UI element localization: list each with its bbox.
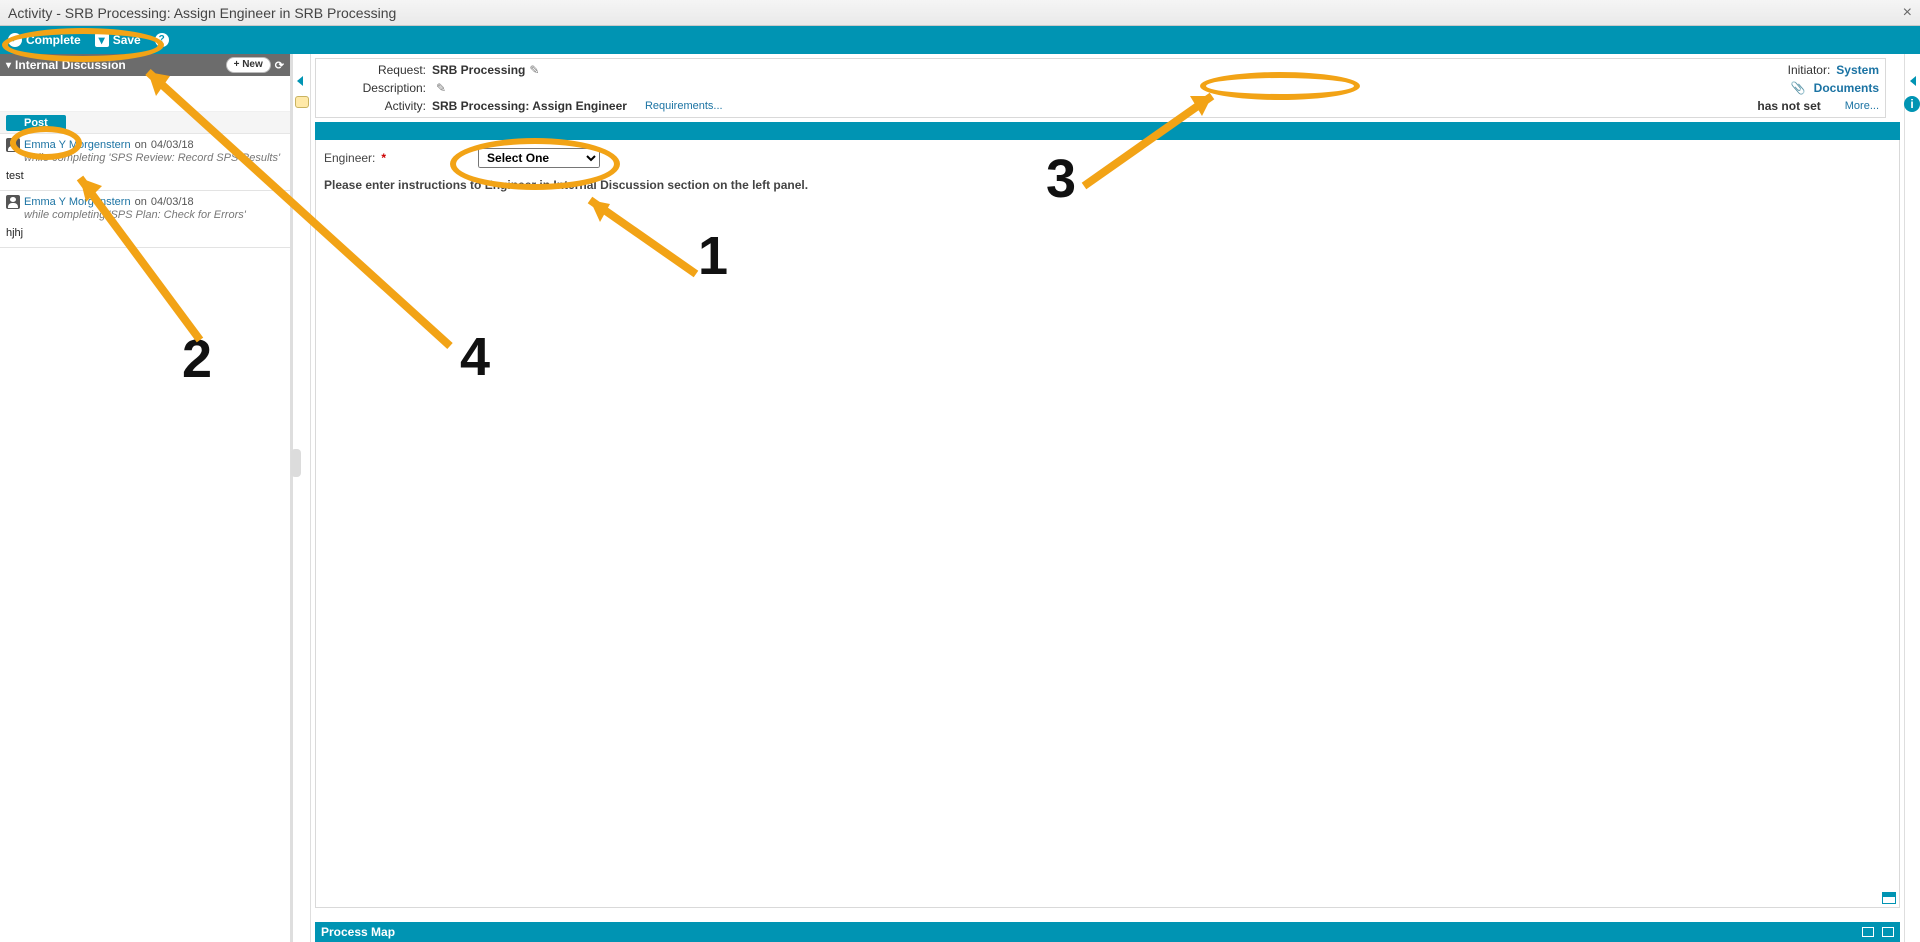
process-map-title: Process Map: [321, 925, 395, 939]
required-star: *: [381, 151, 386, 165]
message-author[interactable]: Emma Y Morgenstern: [24, 196, 131, 208]
message-context: while completing 'SPS Plan: Check for Er…: [24, 209, 284, 221]
form-area: Engineer: * Select One Please enter inst…: [315, 140, 1900, 908]
activity-header: Request: SRB Processing ✎ Initiator: Sys…: [315, 58, 1886, 118]
more-link[interactable]: More...: [1845, 100, 1879, 112]
new-button[interactable]: + New: [226, 57, 271, 73]
deadline-text: has not set: [1757, 99, 1820, 113]
post-button[interactable]: Post: [6, 115, 66, 131]
message-body: test: [6, 170, 284, 182]
sidebar-internal-discussion: ▾ Internal Discussion + New ⟳ Post Emma: [0, 54, 293, 942]
engineer-label: Engineer:: [324, 151, 375, 165]
complete-button[interactable]: ✓ Complete: [8, 33, 81, 47]
message-on-label: on: [135, 139, 147, 151]
person-icon: [6, 138, 20, 152]
check-icon: ✓: [8, 33, 22, 47]
help-icon: ?: [155, 33, 169, 47]
post-area: Post: [0, 76, 290, 134]
toolbar: ✓ Complete ▾ Save ?: [0, 26, 1920, 54]
message-context: while completing 'SPS Review: Record SPS…: [24, 152, 284, 164]
save-button[interactable]: ▾ Save: [95, 33, 141, 47]
person-icon: [6, 195, 20, 209]
popout-icon[interactable]: [1882, 892, 1896, 904]
description-label: Description:: [322, 81, 432, 95]
request-label: Request:: [322, 63, 432, 77]
message-author[interactable]: Emma Y Morgenstern: [24, 139, 131, 151]
process-map-header: Process Map: [315, 922, 1900, 942]
window-titlebar: Activity - SRB Processing: Assign Engine…: [0, 0, 1920, 26]
collapse-left-icon[interactable]: [297, 76, 303, 86]
initiator-value[interactable]: System: [1836, 63, 1879, 77]
info-icon[interactable]: i: [1904, 96, 1920, 112]
sidebar-title: Internal Discussion: [15, 58, 126, 72]
chevron-down-icon[interactable]: ▾: [6, 60, 11, 71]
save-icon: ▾: [95, 33, 109, 47]
documents-link[interactable]: Documents: [1814, 81, 1879, 95]
paperclip-icon: 📎: [1791, 81, 1806, 95]
message-date: 04/03/18: [151, 196, 194, 208]
section-header-strip: [315, 122, 1900, 140]
pm-popout-icon[interactable]: [1882, 927, 1894, 937]
request-value: SRB Processing: [432, 63, 525, 77]
post-bar: Post: [0, 112, 290, 134]
post-text-input[interactable]: [0, 76, 290, 112]
activity-value: SRB Processing: Assign Engineer: [432, 99, 627, 113]
help-button[interactable]: ?: [155, 33, 169, 47]
refresh-icon[interactable]: ⟳: [275, 59, 284, 72]
left-rail: [293, 54, 311, 942]
pm-tile-icon[interactable]: [1862, 927, 1874, 937]
window-title: Activity - SRB Processing: Assign Engine…: [8, 5, 396, 21]
message-body: hjhj: [6, 227, 284, 239]
engineer-select[interactable]: Select One: [478, 148, 600, 168]
collapse-right-icon[interactable]: [1910, 76, 1916, 86]
splitter-handle[interactable]: [291, 449, 301, 477]
pencil-icon[interactable]: ✎: [529, 63, 539, 77]
discussion-message: Emma Y Morgenstern on 04/03/18 while com…: [0, 134, 290, 191]
save-label: Save: [113, 33, 141, 47]
requirements-link[interactable]: Requirements...: [645, 100, 723, 112]
complete-label: Complete: [26, 33, 81, 47]
pencil-icon[interactable]: ✎: [436, 81, 446, 95]
activity-label: Activity:: [322, 99, 432, 113]
close-icon[interactable]: ×: [1903, 4, 1912, 22]
message-date: 04/03/18: [151, 139, 194, 151]
sidebar-header: ▾ Internal Discussion + New ⟳: [0, 54, 290, 76]
initiator-label: Initiator:: [1788, 63, 1831, 77]
discussion-message: Emma Y Morgenstern on 04/03/18 while com…: [0, 191, 290, 248]
message-on-label: on: [135, 196, 147, 208]
instructions-text: Please enter instructions to Engineer in…: [324, 178, 1891, 192]
right-rail: i: [1904, 54, 1920, 942]
comment-bubble-icon[interactable]: [295, 96, 309, 108]
